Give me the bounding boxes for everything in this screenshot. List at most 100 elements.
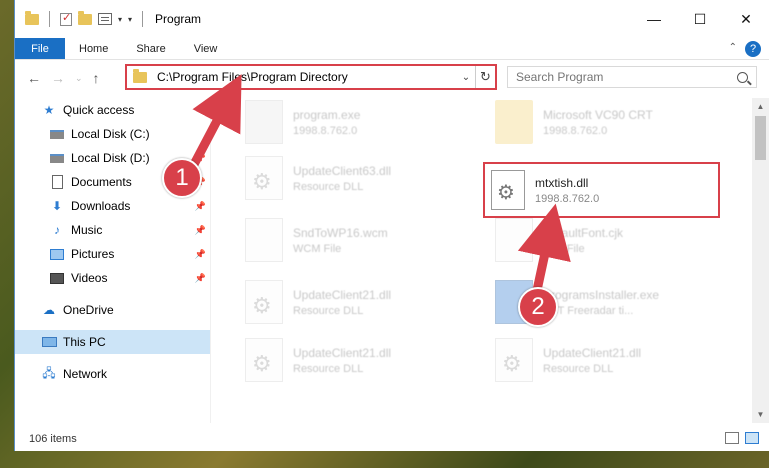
sidebar-item-videos[interactable]: Videos 📌 xyxy=(15,266,210,290)
file-name: ProgramsInstaller.exe xyxy=(543,288,660,302)
forward-arrow-icon[interactable]: → xyxy=(51,70,65,86)
file-meta: WCM File xyxy=(293,243,342,255)
pin-icon[interactable]: 📌 xyxy=(195,225,206,236)
file-item[interactable]: DefaultFont.cjk CJK File xyxy=(495,218,740,266)
file-item[interactable]: UpdateClient21.dll Resource DLL xyxy=(245,280,490,328)
collapse-ribbon-icon[interactable]: ⌃ xyxy=(729,42,737,53)
dll-file-icon xyxy=(495,338,533,382)
this-pc-icon xyxy=(41,334,57,350)
file-meta: Resource DLL xyxy=(293,363,364,375)
dll-file-icon xyxy=(245,338,283,382)
file-meta: Resource DLL xyxy=(293,181,364,193)
scroll-up-icon[interactable]: ▲ xyxy=(752,98,769,115)
minimize-button[interactable]: — xyxy=(631,0,677,38)
file-meta: EST Freeradar ti... xyxy=(543,305,634,317)
dll-file-icon xyxy=(245,280,283,324)
pin-icon[interactable]: 📌 xyxy=(195,201,206,212)
close-button[interactable]: ✕ xyxy=(723,0,769,38)
quick-access-toolbar: ▾ ▾ Program xyxy=(15,10,202,27)
file-name: UpdateClient21.dll xyxy=(543,346,642,360)
folder-icon[interactable] xyxy=(25,10,39,25)
file-item[interactable]: SndToWP16.wcm WCM File xyxy=(245,218,490,266)
sidebar-item-local-disk-c[interactable]: Local Disk (C:) xyxy=(15,122,210,146)
tab-share[interactable]: Share xyxy=(122,38,179,59)
dll-file-icon xyxy=(245,156,283,200)
disk-icon xyxy=(49,126,65,142)
search-icon[interactable] xyxy=(737,71,748,83)
tab-view[interactable]: View xyxy=(180,38,232,59)
window-title: Program xyxy=(155,12,202,26)
sidebar-item-onedrive[interactable]: ☁ OneDrive xyxy=(15,298,210,322)
file-name: program.exe xyxy=(293,108,361,122)
file-item[interactable]: UpdateClient63.dll Resource DLL xyxy=(245,156,490,204)
details-view-icon[interactable] xyxy=(725,432,739,444)
sidebar-item-pictures[interactable]: Pictures 📌 xyxy=(15,242,210,266)
quick-access-more-icon[interactable]: ▾ xyxy=(128,15,132,24)
scroll-down-icon[interactable]: ▼ xyxy=(752,406,769,423)
up-arrow-icon[interactable]: ↑ xyxy=(93,70,100,86)
file-name: Microsoft VC90 CRT xyxy=(543,108,653,122)
sidebar-item-this-pc[interactable]: This PC xyxy=(15,330,210,354)
address-row: ← → ⌄ ↑ C:\Program Files\Program Directo… xyxy=(15,60,769,96)
sidebar-item-label: Downloads xyxy=(71,199,131,213)
disk-icon xyxy=(49,150,65,166)
sidebar-item-label: Local Disk (C:) xyxy=(71,127,150,141)
file-name: mtxtish.dll xyxy=(535,175,589,190)
tab-home[interactable]: Home xyxy=(65,38,122,59)
address-path[interactable]: C:\Program Files\Program Directory xyxy=(157,70,457,84)
address-bar[interactable]: C:\Program Files\Program Directory ⌄ ↻ xyxy=(125,64,497,90)
large-icons-view-icon[interactable] xyxy=(745,432,759,444)
highlighted-file-item[interactable]: mtxtish.dll 1998.8.762.0 xyxy=(483,162,720,218)
back-arrow-icon[interactable]: ← xyxy=(27,70,41,86)
file-item[interactable]: UpdateClient21.dll Resource DLL xyxy=(245,338,490,386)
pin-icon[interactable]: 📌 xyxy=(195,273,206,284)
file-meta: Resource DLL xyxy=(293,305,364,317)
maximize-button[interactable]: ☐ xyxy=(677,0,723,38)
file-meta: 1998.8.762.0 xyxy=(293,125,358,137)
search-input[interactable] xyxy=(516,70,716,84)
sidebar-item-label: Music xyxy=(71,223,103,237)
step-2-badge: 2 xyxy=(518,287,558,327)
chevron-down-icon[interactable]: ⌄ xyxy=(457,72,475,83)
sidebar-item-network[interactable]: 🖧 Network xyxy=(15,362,210,386)
scroll-thumb[interactable] xyxy=(755,116,766,160)
vertical-scrollbar[interactable]: ▲ ▼ xyxy=(752,98,769,423)
star-icon: ★ xyxy=(43,103,55,117)
pictures-icon xyxy=(49,246,65,262)
customize-dropdown-icon[interactable]: ▾ xyxy=(118,15,122,24)
new-folder-icon[interactable] xyxy=(78,10,92,25)
sidebar-item-label: Documents xyxy=(71,175,132,189)
ribbon-tabs: File Home Share View ⌃ ? xyxy=(15,38,769,60)
tab-file[interactable]: File xyxy=(15,38,65,59)
file-name: UpdateClient21.dll xyxy=(293,288,392,302)
documents-icon xyxy=(49,174,65,190)
help-icon[interactable]: ? xyxy=(745,41,761,57)
sidebar-item-label: This PC xyxy=(63,335,106,349)
view-toggle xyxy=(725,432,759,444)
document-icon xyxy=(245,218,283,262)
properties-icon[interactable] xyxy=(98,13,112,25)
pin-icon[interactable]: 📌 xyxy=(195,153,206,164)
pin-icon[interactable]: 📌 xyxy=(195,249,206,260)
sidebar-item-quick-access[interactable]: ★ Quick access xyxy=(15,98,210,122)
sidebar-item-label: Network xyxy=(63,367,108,381)
file-meta: 1998.8.762.0 xyxy=(543,125,608,137)
file-list: program.exe 1998.8.762.0 Microsoft VC90 C… xyxy=(220,98,750,423)
refresh-icon[interactable]: ↻ xyxy=(475,66,495,88)
sidebar-item-label: Pictures xyxy=(71,247,115,261)
sidebar-item-label: Quick access xyxy=(63,103,135,117)
file-meta: 1998.8.762.0 xyxy=(535,192,600,205)
recent-locations-icon[interactable]: ⌄ xyxy=(75,73,83,84)
downloads-icon: ⬇ xyxy=(51,199,63,213)
properties-check-icon[interactable] xyxy=(60,11,72,26)
file-name: DefaultFont.cjk xyxy=(543,226,624,240)
sidebar-item-music[interactable]: ♪ Music 📌 xyxy=(15,218,210,242)
navigation-buttons: ← → ⌄ ↑ xyxy=(15,70,125,86)
file-item[interactable]: UpdateClient21.dll Resource DLL xyxy=(495,338,740,386)
explorer-window: ▾ ▾ Program — ☐ ✕ File Home Share View ⌃… xyxy=(14,0,769,451)
toolbar-divider xyxy=(142,11,144,27)
file-item[interactable]: program.exe 1998.8.762.0 xyxy=(245,100,490,148)
status-bar: 106 items xyxy=(15,428,769,450)
file-item[interactable]: Microsoft VC90 CRT 1998.8.762.0 xyxy=(495,100,740,148)
search-box[interactable] xyxy=(507,66,757,88)
